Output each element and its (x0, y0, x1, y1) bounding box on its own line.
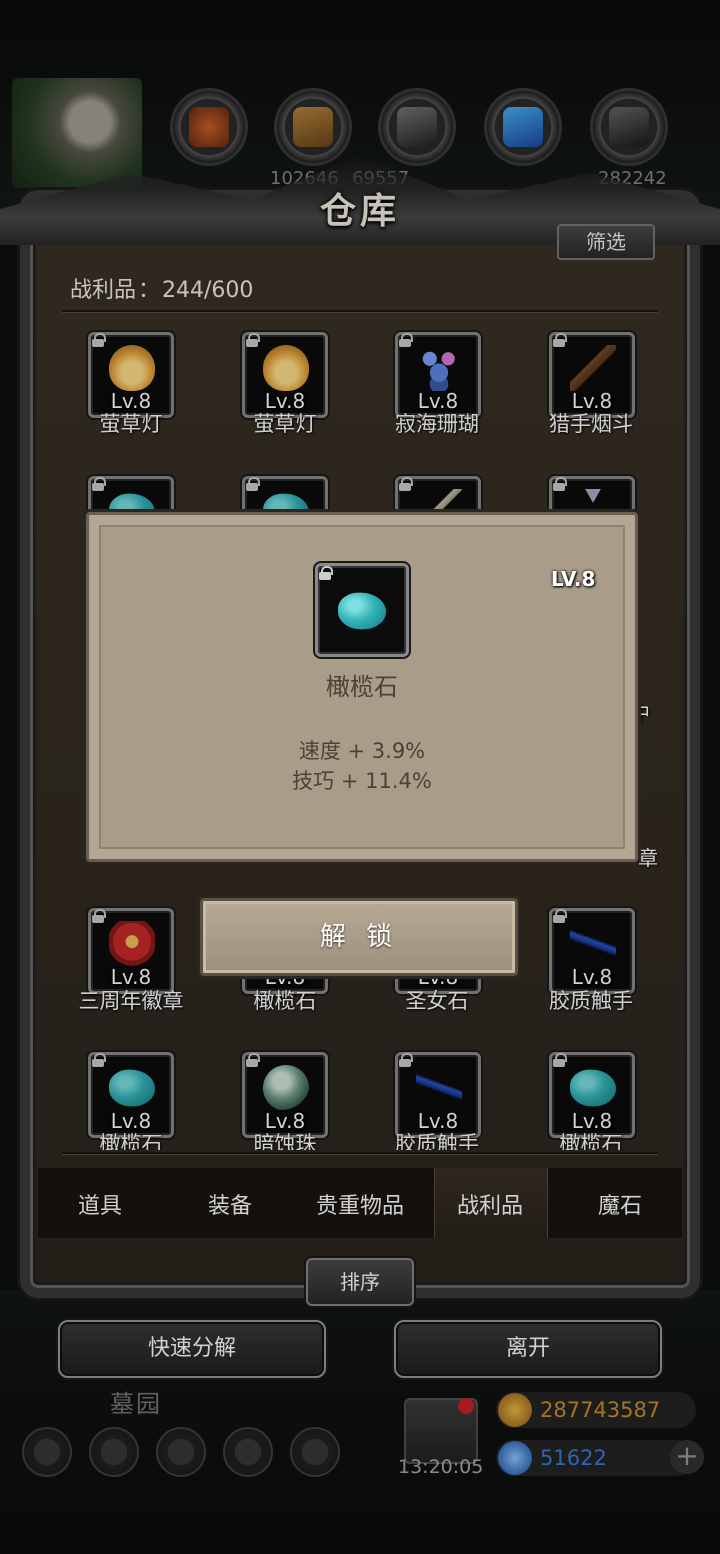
item-slot[interactable]: Lv.8 (549, 332, 635, 418)
tentacle-icon (416, 1065, 462, 1111)
popup-stat-skill: 技巧 + 11.4% (292, 769, 432, 793)
item-name: 橄榄石 (253, 989, 317, 1013)
item-slot[interactable]: Lv.8 (242, 332, 328, 418)
lantern-icon (263, 345, 309, 391)
area-name: 墓园 (110, 1390, 162, 1418)
gold-counter[interactable]: 287743587 (496, 1392, 696, 1428)
badge-icon (109, 921, 155, 967)
item-name: 圣女石 (405, 989, 469, 1013)
loot-count-value: 244/600 (162, 278, 254, 303)
lock-icon (552, 477, 567, 491)
gold-barrel-icon (498, 1393, 532, 1427)
notification-dot-icon (458, 1398, 474, 1414)
popup-item-level: LV.8 (551, 567, 596, 591)
lock-icon (552, 333, 567, 347)
popup-stat-speed: 速度 + 3.9% (298, 739, 426, 763)
loot-count-separator: ： (138, 278, 161, 303)
item-slot[interactable]: Lv.8 (242, 1052, 328, 1138)
lock-icon (245, 1053, 260, 1067)
lock-icon (552, 1053, 567, 1067)
pipe-icon (570, 345, 616, 391)
item-slot[interactable]: Lv.8 (88, 332, 174, 418)
item-slot[interactable]: Lv.8 (549, 1052, 635, 1138)
divider (62, 1152, 658, 1154)
mail-icon[interactable] (223, 1427, 273, 1477)
lock-icon (245, 333, 260, 347)
resource-crystal-icon[interactable] (484, 88, 562, 166)
lock-icon (91, 909, 106, 923)
item-slot[interactable]: Lv.8 (395, 332, 481, 418)
tab-items[interactable]: 道具 (40, 1188, 160, 1220)
settings-gear-icon[interactable] (22, 1427, 72, 1477)
lock-icon (91, 477, 106, 491)
lock-icon (398, 1053, 413, 1067)
gift-timer: 13:20:05 (398, 1456, 484, 1478)
olivine-icon (109, 1069, 155, 1107)
gold-value: 287743587 (540, 1398, 661, 1422)
item-name: 橄榄石 (559, 1132, 623, 1150)
handshake-icon[interactable] (290, 1427, 340, 1477)
item-name: 萤草灯 (253, 412, 317, 436)
lock-icon (91, 333, 106, 347)
lock-icon (398, 333, 413, 347)
item-slot[interactable]: Lv.8 (395, 1052, 481, 1138)
divider (62, 310, 658, 312)
add-gems-button[interactable]: + (670, 1440, 704, 1474)
popup-item-slot (315, 563, 409, 657)
item-name: 寂海珊瑚 (395, 412, 479, 436)
resource-steel-icon[interactable] (590, 88, 668, 166)
item-name: 胶质触手 (395, 1132, 479, 1150)
dark-pearl-icon (263, 1065, 309, 1111)
sort-button[interactable]: 排序 (306, 1258, 414, 1306)
filter-button[interactable]: 筛选 (557, 224, 655, 260)
tentacle-icon (570, 921, 616, 967)
item-name-fragment: 章 (638, 846, 658, 870)
olivine-icon (338, 592, 386, 630)
lock-icon (318, 566, 333, 580)
item-name: 三周年徽章 (78, 989, 184, 1013)
item-slot[interactable]: Lv.8 (88, 1052, 174, 1138)
item-name: 胶质触手 (549, 989, 633, 1013)
item-name: 橄榄石 (99, 1132, 163, 1150)
tab-equipment[interactable]: 装备 (170, 1188, 290, 1220)
resource-wood-icon[interactable] (274, 88, 352, 166)
tab-magic-stones[interactable]: 魔石 (560, 1188, 680, 1220)
resource-meat-icon[interactable] (170, 88, 248, 166)
achievement-icon[interactable] (89, 1427, 139, 1477)
unlock-button[interactable]: 解 锁 (200, 898, 518, 976)
lock-icon (552, 909, 567, 923)
chat-icon[interactable] (156, 1427, 206, 1477)
tab-loot[interactable]: 战利品 (430, 1188, 550, 1220)
loot-count-label: 战利品 (70, 278, 137, 303)
gem-value: 51622 (540, 1446, 607, 1470)
coral-icon (416, 345, 462, 391)
olivine-icon (570, 1069, 616, 1107)
popup-item-name: 橄榄石 (326, 673, 398, 701)
player-avatar[interactable] (12, 78, 142, 188)
item-name: 猎手烟斗 (549, 412, 633, 436)
item-slot[interactable]: Lv.8 (549, 908, 635, 994)
item-slot[interactable]: Lv.8 (88, 908, 174, 994)
lock-icon (398, 477, 413, 491)
gem-counter[interactable]: 51622 (496, 1440, 696, 1476)
loot-count: 战利品：244/600 (70, 272, 253, 304)
tab-valuables[interactable]: 贵重物品 (300, 1188, 420, 1220)
item-name: 萤草灯 (99, 412, 163, 436)
lock-icon (91, 1053, 106, 1067)
gem-icon (498, 1441, 532, 1475)
lantern-icon (109, 345, 155, 391)
item-name: 暗蚀珠 (253, 1132, 317, 1150)
quick-decompose-button[interactable]: 快速分解 (58, 1320, 326, 1378)
resource-iron-icon[interactable] (378, 88, 456, 166)
item-detail-popup: LV.8 橄榄石 速度 + 3.9% 技巧 + 11.4% (86, 512, 638, 862)
leave-button[interactable]: 离开 (394, 1320, 662, 1378)
lock-icon (245, 477, 260, 491)
